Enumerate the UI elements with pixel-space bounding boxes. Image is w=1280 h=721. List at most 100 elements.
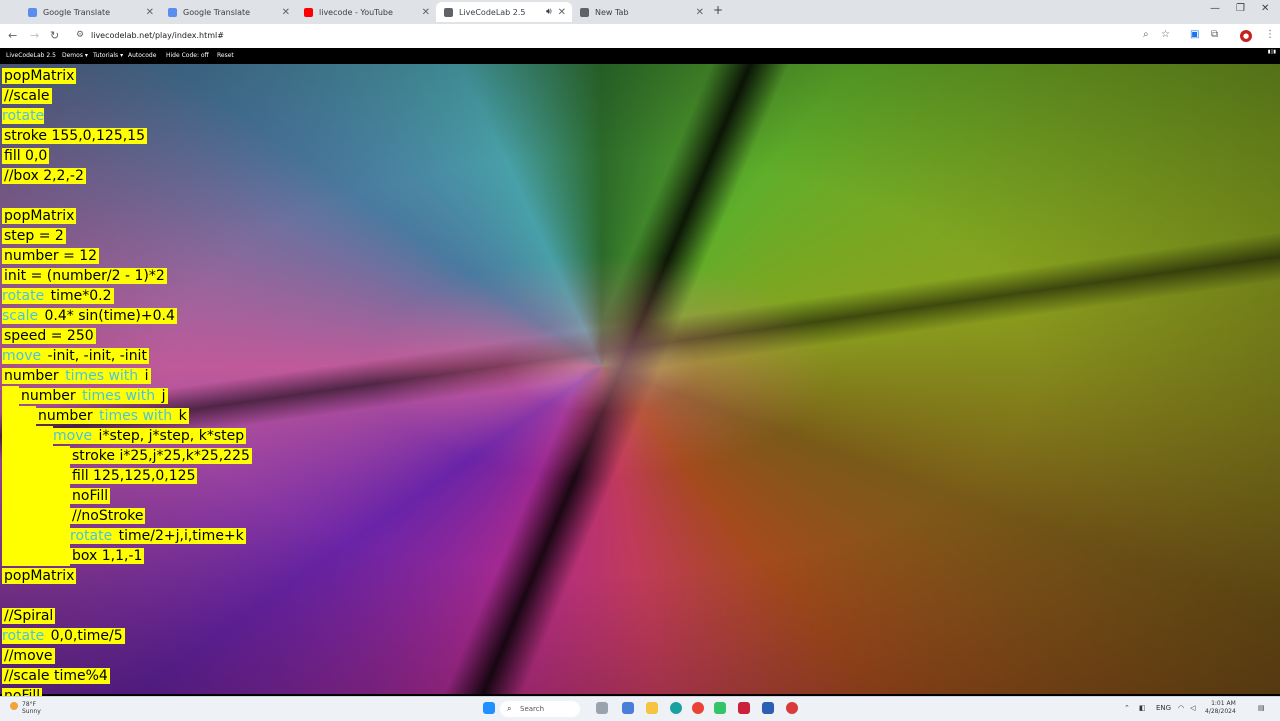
- app-red-icon[interactable]: [786, 702, 798, 714]
- code-token: step = 2: [2, 228, 66, 244]
- code-line[interactable]: box 1,1,-1: [2, 546, 145, 566]
- back-icon[interactable]: ←: [8, 29, 17, 42]
- maximize-icon[interactable]: ❐: [1236, 3, 1245, 14]
- code-line[interactable]: //box 2,2,-2: [2, 166, 86, 186]
- menu-kebab-icon[interactable]: ⋮: [1265, 29, 1275, 40]
- indent-marker: [36, 486, 53, 506]
- indent-marker: [19, 466, 36, 486]
- indent-marker: [2, 426, 19, 446]
- code-line[interactable]: number times with i: [2, 366, 151, 386]
- render-canvas[interactable]: [0, 64, 1280, 694]
- code-line[interactable]: //scale time%4: [2, 666, 110, 686]
- language-indicator[interactable]: ENG: [1156, 704, 1171, 712]
- close-icon[interactable]: ✕: [696, 7, 704, 18]
- indent-marker: [53, 486, 70, 506]
- code-keyword: move: [2, 348, 42, 364]
- code-line[interactable]: //move: [2, 646, 55, 666]
- code-line[interactable]: popMatrix: [2, 206, 77, 226]
- browser-tab-strip: Google Translate ✕ Google Translate ✕ li…: [0, 0, 1280, 24]
- code-line[interactable]: number = 12: [2, 246, 100, 266]
- code-line[interactable]: rotate 0,0,time/5: [2, 626, 125, 646]
- code-line[interactable]: //Spiral: [2, 606, 56, 626]
- speaker-icon[interactable]: 🔊︎: [546, 7, 552, 17]
- code-line[interactable]: speed = 250: [2, 326, 96, 346]
- tray-app-icon[interactable]: ◧: [1139, 704, 1146, 712]
- wifi-icon[interactable]: ◠: [1178, 704, 1184, 712]
- address-bar[interactable]: ⚙ livecodelab.net/play/index.html#: [70, 27, 1180, 45]
- code-line[interactable]: move -init, -init, -init: [2, 346, 149, 366]
- close-window-icon[interactable]: ✕: [1261, 3, 1269, 14]
- app-green-icon[interactable]: [714, 702, 726, 714]
- new-tab-button[interactable]: +: [713, 3, 723, 17]
- tab-new-tab[interactable]: New Tab ✕: [572, 2, 710, 22]
- start-windows-icon[interactable]: [483, 702, 495, 714]
- close-icon[interactable]: ✕: [558, 7, 566, 18]
- edge-icon[interactable]: [670, 702, 682, 714]
- bookmark-star-icon[interactable]: ☆: [1161, 29, 1170, 40]
- weather-sun-icon[interactable]: [10, 702, 18, 710]
- minimize-icon[interactable]: —: [1210, 3, 1220, 14]
- file-explorer-icon[interactable]: [646, 702, 658, 714]
- tab-youtube[interactable]: livecode - YouTube ✕: [296, 2, 436, 22]
- code-line[interactable]: stroke i*25,j*25,k*25,225: [2, 446, 252, 466]
- tab-livecodelab[interactable]: LiveCodeLab 2.5 🔊︎ ✕: [436, 2, 572, 22]
- menu-autocode[interactable]: Autocode: [128, 52, 156, 59]
- code-keyword: move: [53, 428, 93, 444]
- code-line[interactable]: //noStroke: [2, 506, 146, 526]
- widgets-icon[interactable]: [622, 702, 634, 714]
- code-line[interactable]: stroke 155,0,125,15: [2, 126, 147, 146]
- indent-marker: [19, 486, 36, 506]
- task-view-icon[interactable]: [596, 702, 608, 714]
- extensions-icon[interactable]: ⧉: [1211, 29, 1218, 40]
- tab-title: livecode - YouTube: [319, 7, 393, 17]
- menu-reset[interactable]: Reset: [217, 52, 234, 59]
- code-line[interactable]: number times with j: [2, 386, 168, 406]
- reload-icon[interactable]: ↻: [50, 29, 59, 42]
- tab-google-translate-2[interactable]: Google Translate ✕: [160, 2, 296, 22]
- app-blue-icon[interactable]: [762, 702, 774, 714]
- indent-marker: [19, 526, 36, 546]
- translate-page-icon[interactable]: ▣: [1190, 29, 1199, 40]
- code-line[interactable]: fill 0,0: [2, 146, 50, 166]
- site-info-icon[interactable]: ⚙: [76, 30, 84, 40]
- close-icon[interactable]: ✕: [282, 7, 290, 18]
- profile-avatar[interactable]: ●: [1240, 30, 1252, 42]
- forward-icon[interactable]: →: [30, 29, 39, 42]
- code-line[interactable]: noFill: [2, 486, 111, 506]
- code-line[interactable]: rotate time*0.2: [2, 286, 114, 306]
- indent-marker: [19, 446, 36, 466]
- code-line[interactable]: number times with k: [2, 406, 189, 426]
- zoom-icon[interactable]: ⌕: [1143, 29, 1149, 40]
- chrome-icon[interactable]: [692, 702, 704, 714]
- tab-google-translate-1[interactable]: Google Translate ✕: [20, 2, 160, 22]
- menu-demos[interactable]: Demos ▾: [62, 52, 88, 59]
- volume-icon[interactable]: ◁: [1190, 704, 1195, 712]
- tray-chevron-icon[interactable]: ⌃: [1124, 704, 1130, 712]
- code-token: stroke 155,0,125,15: [2, 128, 147, 144]
- menu-tutorials[interactable]: Tutorials ▾: [93, 52, 123, 59]
- code-line[interactable]: init = (number/2 - 1)*2: [2, 266, 167, 286]
- code-keyword: times with: [60, 368, 139, 384]
- menu-hide-code[interactable]: Hide Code: off: [166, 52, 209, 59]
- code-line[interactable]: rotate: [2, 106, 45, 126]
- code-line[interactable]: move i*step, j*step, k*step: [2, 426, 247, 446]
- weather-widget[interactable]: 78°F Sunny: [22, 701, 41, 715]
- code-token: number: [19, 388, 78, 404]
- system-clock[interactable]: 1:01 AM 4/28/2024: [1205, 700, 1236, 716]
- code-line[interactable]: popMatrix: [2, 66, 77, 86]
- close-icon[interactable]: ✕: [146, 7, 154, 18]
- clock-time: 1:01 AM: [1211, 700, 1236, 707]
- code-line[interactable]: step = 2: [2, 226, 66, 246]
- code-line[interactable]: scale 0.4* sin(time)+0.4: [2, 306, 177, 326]
- close-icon[interactable]: ✕: [422, 7, 430, 18]
- translate-icon: [168, 7, 177, 17]
- code-line[interactable]: fill 125,125,0,125: [2, 466, 198, 486]
- url-text[interactable]: livecodelab.net/play/index.html#: [91, 31, 224, 40]
- code-line[interactable]: //scale: [2, 86, 52, 106]
- notifications-icon[interactable]: ▤: [1258, 704, 1265, 712]
- code-line[interactable]: popMatrix: [2, 566, 77, 586]
- indent-marker: [53, 546, 70, 566]
- code-line[interactable]: rotate time/2+j,i,time+k: [2, 526, 246, 546]
- app-dark-icon[interactable]: [738, 702, 750, 714]
- taskbar-search[interactable]: ⌕ Search: [500, 701, 580, 717]
